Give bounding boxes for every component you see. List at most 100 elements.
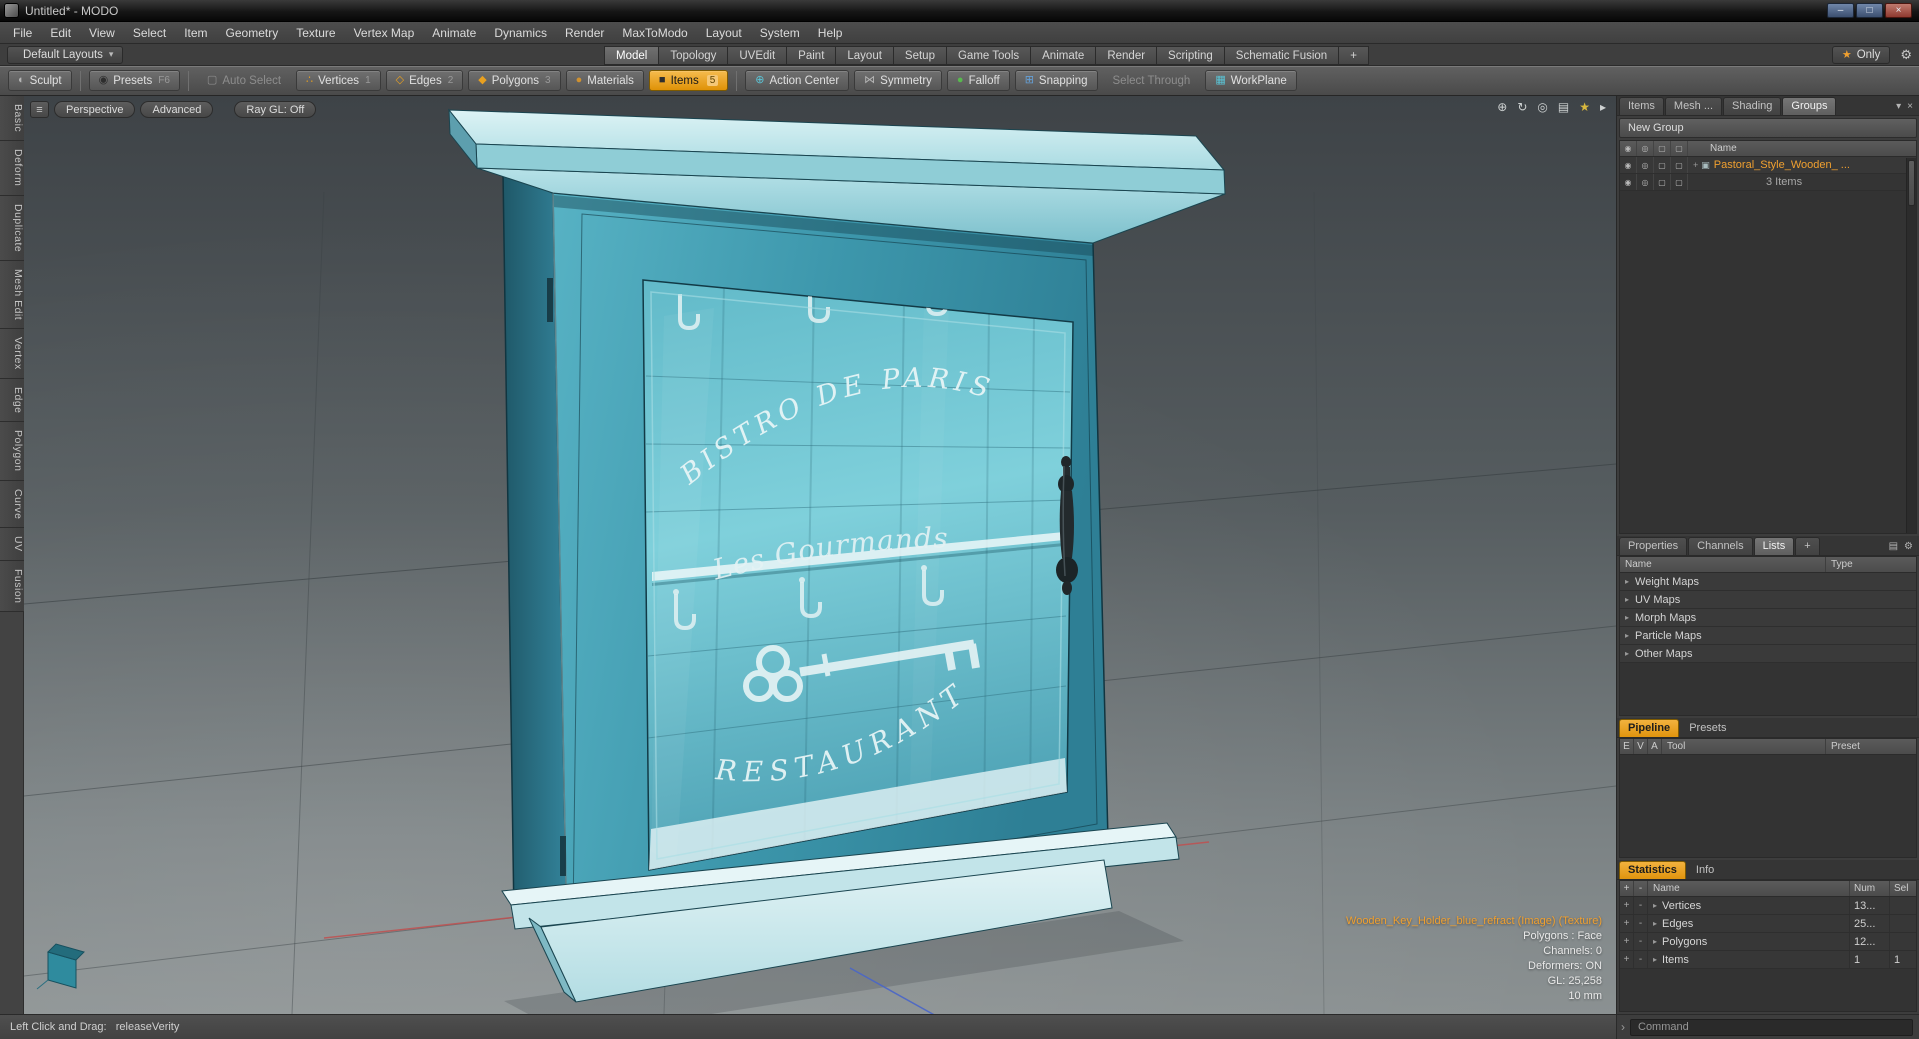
expander-icon[interactable]: ▸ (1625, 613, 1629, 622)
action-center-button[interactable]: ⊕ Action Center (745, 70, 850, 91)
tab-layout[interactable]: Layout (835, 46, 893, 65)
add-icon[interactable]: + (1620, 897, 1634, 914)
tab-game-tools[interactable]: Game Tools (945, 46, 1031, 65)
tab-info[interactable]: Info (1687, 861, 1723, 879)
tab-setup[interactable]: Setup (892, 46, 946, 65)
add-panel-tab-button[interactable]: + (1795, 537, 1820, 555)
minimize-button[interactable]: – (1827, 3, 1854, 18)
add-icon[interactable]: + (1620, 915, 1634, 932)
left-tab-edge[interactable]: Edge (0, 378, 24, 423)
panel-grid-icon[interactable]: ▤ (1889, 541, 1898, 552)
menu-item[interactable]: Item (175, 24, 216, 42)
left-tab-curve[interactable]: Curve (0, 480, 24, 529)
left-tab-basic[interactable]: Basic (0, 96, 24, 142)
list-item-uv-maps[interactable]: ▸ UV Maps (1620, 591, 1916, 609)
list-item-other-maps[interactable]: ▸ Other Maps (1620, 645, 1916, 663)
expander-icon[interactable]: ▸ (1653, 937, 1657, 946)
remove-icon[interactable]: - (1634, 897, 1648, 914)
tab-paint[interactable]: Paint (786, 46, 836, 65)
remove-icon[interactable]: - (1634, 951, 1648, 968)
add-icon[interactable]: + (1620, 951, 1634, 968)
default-layouts-button[interactable]: Default Layouts ▾ (7, 45, 124, 64)
tab-uvedit[interactable]: UVEdit (727, 46, 787, 65)
tab-scripting[interactable]: Scripting (1156, 46, 1224, 65)
menu-select[interactable]: Select (124, 24, 175, 42)
workplane-button[interactable]: ▦ WorkPlane (1205, 70, 1297, 91)
tab-pipeline[interactable]: Pipeline (1619, 719, 1680, 737)
visibility-column-icon[interactable]: ◉ (1620, 141, 1637, 156)
tab-schematic-fusion[interactable]: Schematic Fusion (1223, 46, 1339, 65)
box-icon[interactable]: ▢ (1654, 174, 1671, 190)
left-tab-mesh-edit[interactable]: Mesh Edit (0, 260, 24, 330)
render-column-icon[interactable]: ◎ (1637, 141, 1654, 156)
left-tab-polygon[interactable]: Polygon (0, 422, 24, 481)
viewport-3d[interactable]: BISTRO DE PARIS Les Gourmands RESTAURANT (24, 96, 1616, 1014)
pan-icon[interactable]: ⊕ (1497, 100, 1507, 114)
tab-render[interactable]: Render (1095, 46, 1157, 65)
eye-icon[interactable]: ◉ (1620, 157, 1637, 173)
menu-vertex-map[interactable]: Vertex Map (345, 24, 424, 42)
menu-texture[interactable]: Texture (287, 24, 344, 42)
render-preview-icon[interactable]: ★ (1579, 100, 1590, 114)
edges-button[interactable]: ◇ Edges 2 (385, 70, 464, 91)
stat-row-edges[interactable]: + - ▸ Edges 25... (1620, 915, 1916, 933)
menu-maxtomodo[interactable]: MaxToModo (613, 24, 696, 42)
tab-lists[interactable]: Lists (1753, 537, 1795, 555)
stat-row-vertices[interactable]: + - ▸ Vertices 13... (1620, 897, 1916, 915)
expander-icon[interactable]: ▸ (1653, 919, 1657, 928)
viewport-menu-icon[interactable]: ≡ (30, 101, 49, 118)
tab-shading[interactable]: Shading (1723, 97, 1782, 115)
tab-model[interactable]: Model (604, 46, 659, 65)
tab-statistics[interactable]: Statistics (1619, 861, 1686, 879)
menu-animate[interactable]: Animate (423, 24, 485, 42)
left-tab-duplicate[interactable]: Duplicate (0, 195, 24, 261)
only-button[interactable]: ★ Only (1831, 45, 1891, 64)
box-icon[interactable]: ▢ (1654, 157, 1671, 173)
tab-topology[interactable]: Topology (658, 46, 728, 65)
close-button[interactable]: × (1885, 3, 1912, 18)
sculpt-button[interactable]: ◐ Sculpt (8, 70, 72, 91)
add-layout-tab-button[interactable]: + (1338, 46, 1369, 65)
stat-row-items[interactable]: + - ▸ Items 1 1 (1620, 951, 1916, 969)
materials-button[interactable]: ● Materials (565, 70, 644, 91)
list-item-weight-maps[interactable]: ▸ Weight Maps (1620, 573, 1916, 591)
collapse-icon[interactable]: › (1621, 1020, 1625, 1034)
shade-icon[interactable]: ◎ (1637, 157, 1654, 173)
menu-file[interactable]: File (4, 24, 41, 42)
shade-icon[interactable]: ◎ (1637, 174, 1654, 190)
expander-icon[interactable]: ▸ (1625, 577, 1629, 586)
box-icon[interactable]: ▢ (1671, 174, 1688, 190)
tab-channels[interactable]: Channels (1688, 537, 1753, 555)
group-subrow[interactable]: ◉ ◎ ▢ ▢ 3 Items (1620, 174, 1916, 191)
tab-presets[interactable]: Presets (1680, 719, 1735, 737)
tab-overflow-icon[interactable]: ▾ (1896, 101, 1901, 112)
tab-groups[interactable]: Groups (1782, 97, 1837, 115)
filter-column-icon[interactable]: ▢ (1671, 141, 1688, 156)
box-icon[interactable]: ▢ (1671, 157, 1688, 173)
eye-icon[interactable]: ◉ (1620, 174, 1637, 190)
polygons-button[interactable]: ◆ Polygons 3 (468, 70, 561, 91)
group-name[interactable]: Pastoral_Style_Wooden_ ... (1714, 159, 1850, 171)
expand-icon[interactable]: + (1693, 160, 1698, 170)
stat-row-polygons[interactable]: + - ▸ Polygons 12... (1620, 933, 1916, 951)
grid-icon[interactable]: ▤ (1558, 100, 1569, 114)
tab-mesh[interactable]: Mesh ... (1664, 97, 1723, 115)
add-icon[interactable]: + (1620, 933, 1634, 950)
auto-select-button[interactable]: ▢ Auto Select (197, 70, 291, 91)
ray-gl-button[interactable]: Ray GL: Off (234, 101, 317, 118)
menu-layout[interactable]: Layout (697, 24, 751, 42)
tab-items[interactable]: Items (1619, 97, 1664, 115)
left-tab-uv[interactable]: UV (0, 528, 24, 561)
panel-gear-icon[interactable]: ⚙ (1904, 541, 1913, 552)
expander-icon[interactable]: ▸ (1653, 901, 1657, 910)
new-group-button[interactable]: New Group (1619, 118, 1917, 138)
tree-scrollbar[interactable] (1906, 158, 1916, 533)
falloff-button[interactable]: ● Falloff (946, 70, 1010, 91)
remove-icon[interactable]: - (1634, 933, 1648, 950)
expander-icon[interactable]: ▸ (1625, 595, 1629, 604)
symmetry-button[interactable]: ⋈ Symmetry (854, 70, 942, 91)
group-row[interactable]: ◉ ◎ ▢ ▢ + ▣ Pastoral_Style_Wooden_ ... (1620, 157, 1916, 174)
expander-icon[interactable]: ▸ (1625, 649, 1629, 658)
tab-animate[interactable]: Animate (1030, 46, 1096, 65)
lock-column-icon[interactable]: ▢ (1654, 141, 1671, 156)
